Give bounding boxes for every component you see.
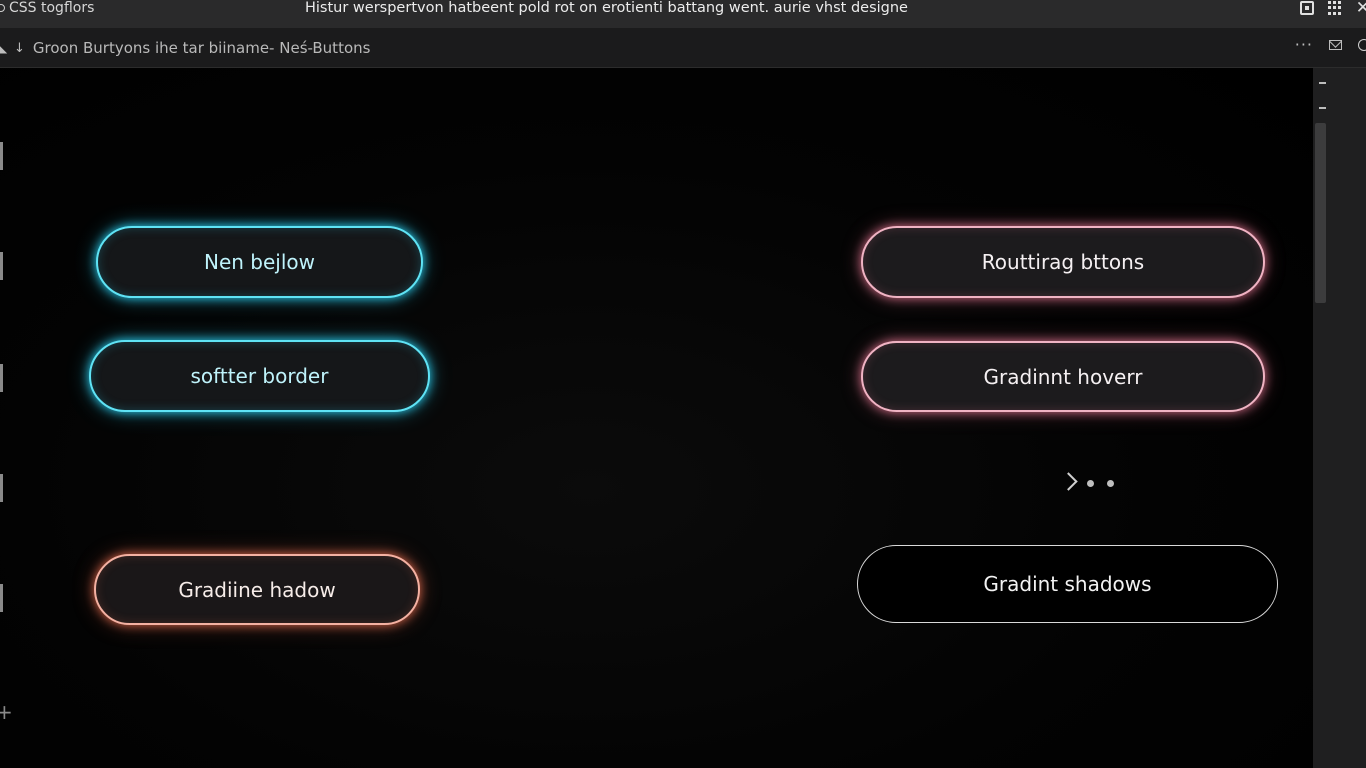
gutter-marker [0, 364, 3, 392]
tab-bar: ◣ ↓ Groon Burtyons ihe tar biiname- Neś-… [0, 28, 1366, 68]
gradline-shadow-button[interactable]: Gradiine hadow [94, 554, 420, 625]
apps-grid-icon[interactable] [1327, 1, 1342, 15]
carousel-indicator [1058, 470, 1118, 496]
search-icon[interactable] [1358, 39, 1366, 51]
vertical-scrollbar[interactable] [1313, 68, 1366, 768]
scroll-marker [1319, 82, 1326, 84]
app-logo-icon [0, 4, 5, 12]
breadcrumb-text[interactable]: Groon Burtyons ihe tar biiname- Neś-Butt… [33, 39, 371, 57]
gutter-marker [0, 142, 3, 170]
scrollbar-thumb[interactable] [1315, 123, 1326, 303]
gutter-marker [0, 474, 3, 502]
window-controls: ✕ [1299, 0, 1366, 17]
gradient-hover-button[interactable]: Gradinnt hoverr [861, 341, 1265, 412]
window-title-bar: CSS togflors Histur werspertvon hatbeent… [0, 0, 1366, 28]
dot-icon[interactable] [1087, 480, 1094, 487]
app-menu[interactable]: CSS togflors [0, 0, 94, 16]
neon-below-button[interactable]: Nen bejlow [96, 226, 423, 298]
add-icon[interactable]: + [0, 700, 13, 724]
gradient-shadows-button[interactable]: Gradint shadows [857, 545, 1278, 623]
window-title: Histur werspertvon hatbeent pold rot on … [305, 0, 908, 16]
scroll-marker [1319, 107, 1326, 109]
gutter-marker [0, 584, 3, 612]
softer-border-button[interactable]: softter border [89, 340, 430, 412]
pin-icon[interactable]: ◣ [0, 41, 7, 55]
close-icon[interactable]: ✕ [1356, 0, 1366, 17]
chevron-right-icon[interactable] [1059, 472, 1078, 491]
tab-tools: ··· [1295, 37, 1366, 53]
screen-capture-icon[interactable] [1299, 1, 1314, 15]
routing-buttons-button[interactable]: Routtirag bttons [861, 226, 1265, 298]
more-icon[interactable]: ··· [1295, 37, 1313, 53]
gutter-marker [0, 252, 3, 280]
breadcrumb: ◣ ↓ Groon Burtyons ihe tar biiname- Neś-… [0, 39, 370, 57]
arrow-down-icon[interactable]: ↓ [14, 41, 25, 56]
app-name: CSS togflors [9, 0, 95, 16]
dot-icon[interactable] [1107, 480, 1114, 487]
mail-icon[interactable] [1329, 40, 1342, 50]
preview-canvas: + [0, 68, 1313, 768]
